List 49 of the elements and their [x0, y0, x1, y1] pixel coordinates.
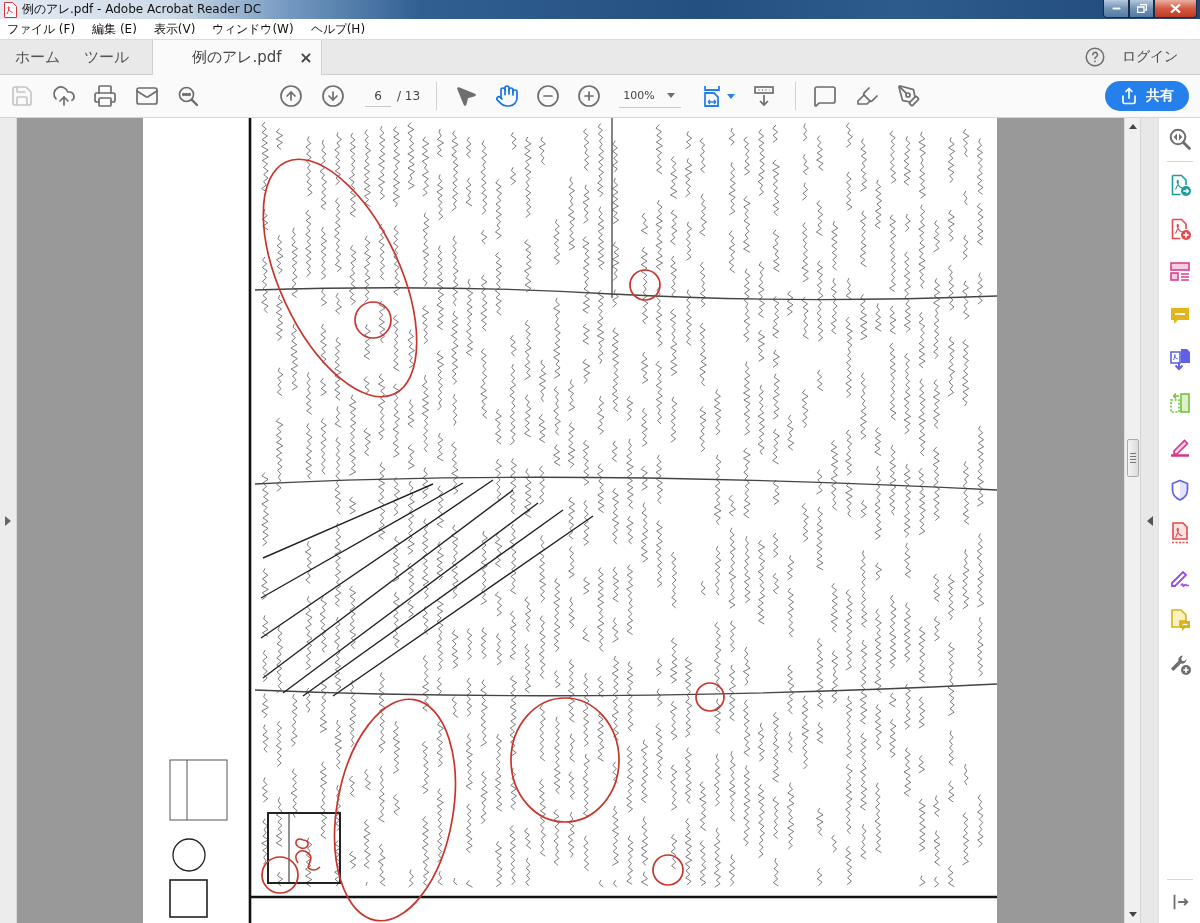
page-number-field[interactable]: 6 [365, 85, 391, 107]
triangle-right-icon[interactable] [5, 515, 11, 526]
highlighter-icon [855, 84, 880, 108]
login-button[interactable]: ログイン [1122, 48, 1178, 66]
cloud-upload-icon [51, 84, 76, 108]
close-button[interactable] [1154, 0, 1197, 18]
tab[interactable]: ホーム [3, 40, 72, 75]
restore-icon [1136, 4, 1147, 13]
pen-nib-icon [897, 84, 922, 108]
minimize-button[interactable] [1103, 0, 1129, 18]
share-icon [1120, 87, 1138, 105]
tab[interactable]: ツール [72, 40, 141, 75]
envelope-icon [134, 84, 159, 108]
minimize-icon [1111, 7, 1121, 10]
speech-bubble-icon [813, 84, 838, 108]
document-tab[interactable]: 例のアレ.pdf × [152, 40, 322, 75]
dashed-pages-icon [1167, 390, 1192, 415]
scroll-mode-icon [752, 84, 777, 108]
caret-icon [726, 93, 735, 99]
menu-item[interactable]: 編集 (E) [87, 20, 142, 38]
zoom-out-icon [536, 84, 561, 108]
hand-icon [495, 84, 520, 108]
printer-icon [93, 84, 117, 108]
menu-item[interactable]: 表示(V) [148, 20, 201, 38]
arrow-up-circle-icon [279, 84, 303, 108]
menu-item[interactable]: ファイル (F) [2, 20, 81, 38]
menu-item[interactable]: ヘルプ(H) [305, 20, 371, 38]
triangle-up-icon[interactable] [1128, 124, 1137, 129]
zoom-level-dropdown[interactable]: 100% [619, 84, 682, 108]
magnifier-icon [1167, 127, 1192, 151]
caret-icon [667, 93, 676, 98]
help-icon[interactable] [1085, 47, 1105, 67]
documents-arrow-icon [1167, 347, 1192, 371]
window-title: 例のアレ.pdf - Adobe Acrobat Reader DC [22, 1, 261, 18]
page-count: / 13 [397, 89, 421, 103]
menu-item[interactable]: ウィンドウ(W) [207, 20, 299, 38]
share-button[interactable]: 共有 [1105, 81, 1189, 111]
triangle-down-icon[interactable] [1128, 912, 1137, 917]
page-layout-icon [1167, 260, 1192, 284]
zoom-in-icon [577, 84, 602, 108]
vertical-scrollbar[interactable] [1124, 118, 1140, 923]
close-icon [1170, 4, 1181, 13]
scrollbar-thumb[interactable] [1126, 439, 1139, 477]
triangle-left-icon[interactable] [1146, 515, 1153, 526]
pointer-icon [454, 84, 479, 108]
close-tab-button[interactable]: × [291, 48, 321, 67]
arrow-down-circle-icon [321, 84, 345, 108]
search-icon [176, 84, 200, 108]
restore-button[interactable] [1129, 0, 1154, 18]
